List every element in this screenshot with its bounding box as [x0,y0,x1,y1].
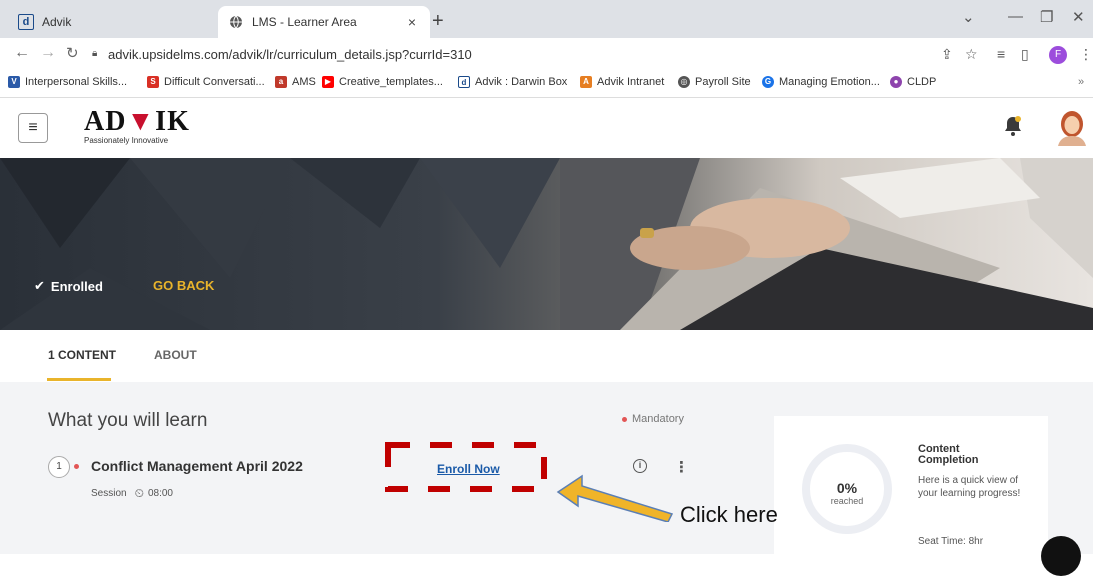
close-window-icon[interactable]: ✕ [1072,8,1085,26]
completion-reached-label: reached [830,496,864,506]
completion-percent: 0% [836,480,858,496]
forward-icon[interactable]: → [40,44,56,62]
bookmark-item[interactable]: ● CLDP [890,76,936,88]
completion-title: Content Completion [918,443,979,466]
bookmark-favicon-icon: G [762,76,774,88]
enrolled-status: ✔ Enrolled [34,278,103,294]
annotation-label: Click here [680,502,778,527]
menu-kebab-icon[interactable]: ⋮ [1079,46,1093,63]
annotation-arrow-icon [556,474,674,522]
content-tabs: 1 CONTENT ABOUT [0,330,1093,382]
annotation-highlight-box [385,442,547,492]
notification-bell-icon[interactable] [1003,115,1023,143]
globe-icon: ◎ [678,76,690,88]
active-tab-indicator [47,378,111,381]
tab-content[interactable]: 1 CONTENT [48,348,116,362]
tab-lms[interactable]: LMS - Learner Area × [218,6,430,38]
bookmark-favicon-icon: V [8,76,20,88]
bookmarks-bar: V Interpersonal Skills... S Difficult Conv… [0,70,1093,98]
app-header: ≡ AD▼IK Passionately Innovative [0,98,1093,158]
globe-icon [228,14,244,30]
mandatory-dot-icon [74,464,79,469]
mandatory-legend: Mandatory [622,413,684,425]
section-title: What you will learn [48,410,208,431]
tab-title: Advik [42,15,72,29]
bookmark-item[interactable]: G Managing Emotion... [762,76,880,88]
new-tab-button[interactable]: + [432,10,444,33]
advik-logo[interactable]: AD▼IK Passionately Innovative [84,106,190,146]
browser-tab-bar: d Advik × LMS - Learner Area × + ⌄ — ❐ ✕ [0,0,1093,38]
minimize-icon[interactable]: — [1008,8,1023,25]
content-completion-card: 0% reached Content Completion Here is a … [774,416,1048,566]
bookmark-item[interactable]: ◎ Payroll Site [678,76,751,88]
course-title[interactable]: Conflict Management April 2022 [91,458,303,474]
bookmark-item[interactable]: d Advik : Darwin Box [458,76,567,88]
bookmark-favicon-icon: ● [890,76,902,88]
hamburger-menu-icon[interactable]: ≡ [18,113,48,143]
more-bookmarks-icon[interactable]: » [1078,76,1084,88]
bookmark-favicon-icon: S [147,76,159,88]
bookmark-favicon-icon: a [275,76,287,88]
url-field[interactable]: advik.upsidelms.com/advik/lr/curriculum_… [108,47,472,62]
course-banner: ✔ Enrolled GO BACK [0,158,1093,330]
reload-icon[interactable]: ↻ [66,44,79,62]
tab-about[interactable]: ABOUT [154,348,197,362]
bookmark-item[interactable]: S Difficult Conversati... [147,76,265,88]
bookmark-favicon-icon: d [458,76,470,88]
close-tab-icon[interactable]: × [404,14,420,30]
bookmark-item[interactable]: a AMS [275,76,316,88]
help-icon[interactable] [1041,536,1081,576]
session-meta: Session ⏲ 08:00 [91,486,173,500]
bookmark-star-icon[interactable]: ☆ [965,46,978,63]
tab-search-icon[interactable]: ⌄ [962,8,975,26]
restore-icon[interactable]: ❐ [1040,8,1053,26]
bookmark-item[interactable]: ▶ Creative_templates... [322,76,443,88]
user-avatar[interactable] [1055,108,1089,146]
go-back-link[interactable]: GO BACK [153,278,214,293]
info-icon[interactable]: i [633,459,647,473]
advik-favicon-icon: d [18,14,34,30]
seat-time: Seat Time: 8hr [918,536,984,547]
bookmark-favicon-icon: A [580,76,592,88]
mandatory-dot-icon [622,416,627,422]
youtube-icon: ▶ [322,76,334,88]
bookmark-item[interactable]: A Advik Intranet [580,76,664,88]
share-icon[interactable]: ⇪ [941,46,953,63]
bookmark-item[interactable]: V Interpersonal Skills... [8,76,127,88]
lock-icon[interactable]: 🔒︎ [92,48,97,59]
item-number: 1 [48,456,70,478]
side-panel-icon[interactable]: ▯ [1021,46,1029,63]
tab-title: LMS - Learner Area [252,15,357,29]
more-options-icon[interactable]: ⋮ [674,458,689,476]
check-icon: ✔ [34,278,45,293]
logo-v-mark: ▼ [126,106,156,137]
completion-description: Here is a quick view of your learning pr… [918,475,1021,499]
reading-list-icon[interactable]: ≡ [997,46,1005,62]
back-icon[interactable]: ← [14,44,30,62]
profile-avatar[interactable]: F [1049,46,1067,64]
banner-image [0,158,1093,330]
clock-icon: ⏲ [134,486,144,500]
address-bar: ← → ↻ 🔒︎ advik.upsidelms.com/advik/lr/cu… [0,38,1093,70]
